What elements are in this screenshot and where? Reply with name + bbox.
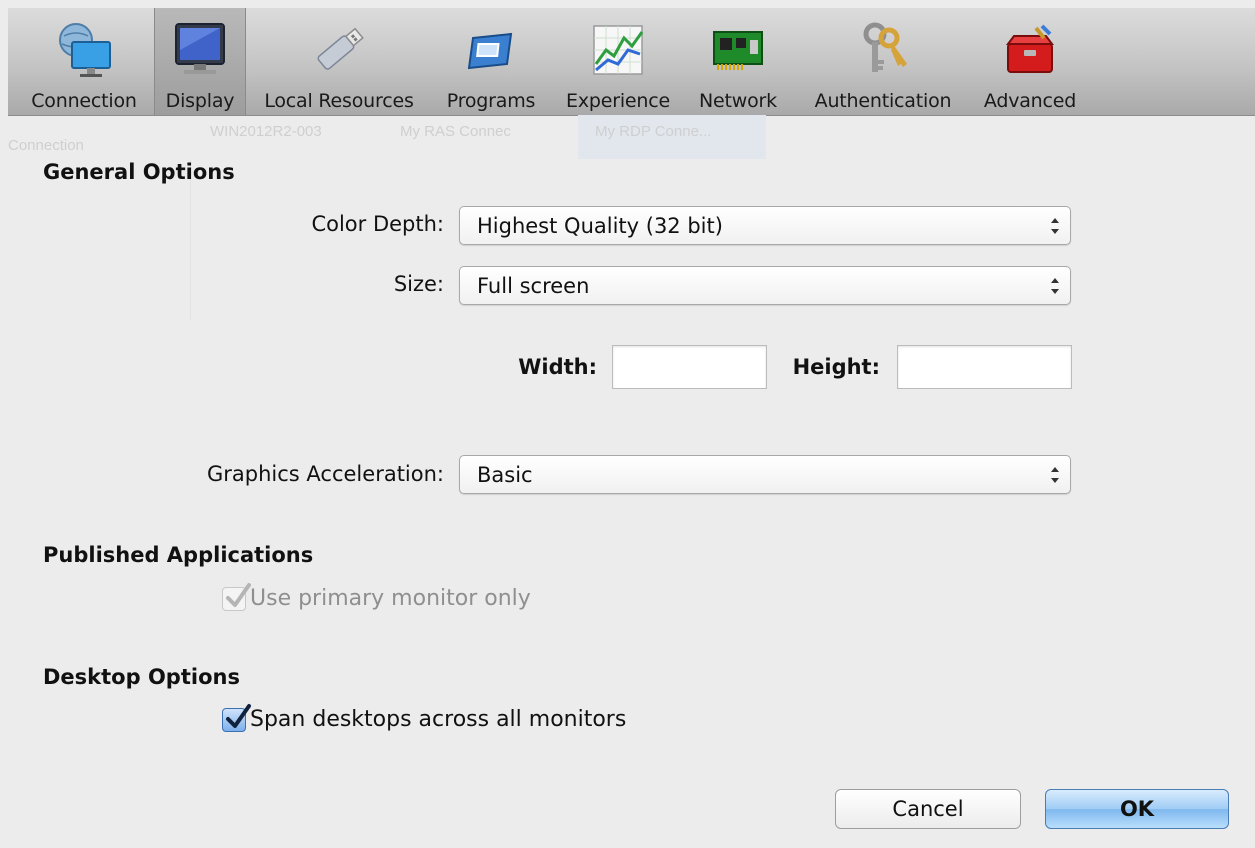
tab-authentication-label: Authentication bbox=[814, 90, 952, 112]
ghost-divider bbox=[190, 160, 191, 320]
chevron-updown-icon bbox=[1051, 467, 1059, 483]
general-options-title: General Options bbox=[43, 160, 235, 184]
size-label: Size: bbox=[393, 272, 444, 296]
ghost-text-1: WIN2012R2-003 bbox=[210, 123, 322, 140]
size-value: Full screen bbox=[477, 274, 590, 298]
checkmark-icon bbox=[226, 582, 251, 607]
chevron-updown-icon bbox=[1051, 218, 1059, 234]
tab-authentication[interactable]: Authentication bbox=[798, 8, 968, 115]
color-depth-value: Highest Quality (32 bit) bbox=[477, 214, 723, 238]
graphics-acceleration-value: Basic bbox=[477, 463, 533, 487]
cancel-button[interactable]: Cancel bbox=[835, 789, 1021, 829]
tab-experience[interactable]: Experience bbox=[558, 8, 678, 115]
tab-display[interactable]: Display bbox=[154, 8, 246, 115]
ghost-text-2: My RAS Connec bbox=[400, 123, 511, 140]
height-field[interactable] bbox=[897, 345, 1072, 389]
color-depth-label: Color Depth: bbox=[311, 212, 444, 236]
preferences-toolbar: Connection Display Local Resources Progr… bbox=[8, 8, 1255, 116]
width-field[interactable] bbox=[612, 345, 767, 389]
display-monitor-icon bbox=[170, 20, 230, 80]
span-desktops-checkbox[interactable] bbox=[222, 703, 251, 732]
primary-monitor-checkbox-row[interactable]: Use primary monitor only bbox=[222, 582, 531, 611]
network-card-icon bbox=[708, 20, 768, 80]
tab-programs[interactable]: Programs bbox=[436, 8, 546, 115]
checkmark-icon bbox=[226, 703, 251, 728]
color-depth-select[interactable]: Highest Quality (32 bit) bbox=[459, 206, 1071, 245]
ghost-text-left: Connection bbox=[8, 137, 84, 154]
tab-local-resources-label: Local Resources bbox=[264, 90, 414, 112]
tab-experience-label: Experience bbox=[566, 90, 670, 112]
monitor-globe-icon bbox=[54, 20, 114, 80]
usb-drive-icon bbox=[309, 20, 369, 80]
span-desktops-label: Span desktops across all monitors bbox=[250, 707, 627, 732]
keys-icon bbox=[853, 20, 913, 80]
tab-connection-label: Connection bbox=[31, 90, 137, 112]
published-applications-title: Published Applications bbox=[43, 543, 314, 567]
tab-display-label: Display bbox=[165, 90, 235, 112]
program-window-icon bbox=[461, 20, 521, 80]
size-select[interactable]: Full screen bbox=[459, 266, 1071, 305]
background-window-ghost: Connection WIN2012R2-003 My RAS Connec M… bbox=[0, 115, 1255, 160]
primary-monitor-checkbox[interactable] bbox=[222, 582, 251, 611]
tab-advanced[interactable]: Advanced bbox=[972, 8, 1088, 115]
width-label: Width: bbox=[518, 355, 597, 379]
primary-monitor-label: Use primary monitor only bbox=[250, 586, 531, 611]
chevron-updown-icon bbox=[1051, 278, 1059, 294]
desktop-options-title: Desktop Options bbox=[43, 665, 240, 689]
tab-network-label: Network bbox=[699, 90, 777, 112]
toolbox-icon bbox=[1000, 20, 1060, 80]
graphics-acceleration-select[interactable]: Basic bbox=[459, 455, 1071, 494]
tab-connection[interactable]: Connection bbox=[14, 8, 154, 115]
tab-programs-label: Programs bbox=[446, 90, 536, 112]
graph-icon bbox=[588, 20, 648, 80]
height-label: Height: bbox=[792, 355, 880, 379]
span-desktops-checkbox-row[interactable]: Span desktops across all monitors bbox=[222, 703, 627, 732]
ok-button[interactable]: OK bbox=[1045, 789, 1229, 829]
tab-local-resources[interactable]: Local Resources bbox=[254, 8, 424, 115]
tab-advanced-label: Advanced bbox=[983, 90, 1077, 112]
ghost-text-3: My RDP Conne... bbox=[595, 123, 712, 140]
graphics-acceleration-label: Graphics Acceleration: bbox=[207, 462, 444, 486]
tab-network[interactable]: Network bbox=[688, 8, 788, 115]
